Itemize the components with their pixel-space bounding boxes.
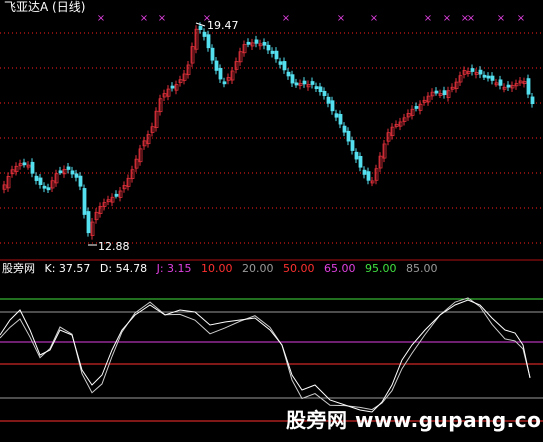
j-value: J: 3.15 (156, 262, 192, 275)
candle-down (326, 96, 331, 104)
candle-down (286, 71, 291, 77)
candlestick-series (2, 22, 535, 240)
candle-down (114, 193, 119, 197)
stock-chart-window: × × × × × × × × × × × × × 飞亚达A (日线) 19.47 12.88 股旁网 … (0, 0, 543, 442)
candle-down (414, 106, 419, 109)
signal-marker: × (517, 13, 525, 24)
k-line (0, 299, 531, 413)
signal-marker: × (467, 13, 475, 24)
candle-down (366, 171, 371, 181)
candle-down (318, 86, 323, 93)
candle-down (350, 140, 355, 151)
candle-down (482, 74, 487, 78)
low-price-label: 12.88 (98, 240, 130, 253)
candle-down (338, 113, 343, 125)
candle-down (490, 75, 495, 81)
signal-marker: × (497, 13, 505, 24)
site-watermark: 股旁网 www.gupang.com (286, 408, 543, 432)
candle-down (302, 80, 307, 85)
level-95-label: 95.00 (365, 262, 397, 275)
price-gridlines (0, 32, 543, 244)
candle-down (526, 78, 531, 95)
candle-down (246, 41, 251, 45)
candle-down (78, 175, 83, 187)
candle-down (442, 90, 447, 96)
candle-down (198, 25, 203, 30)
d-line (0, 297, 531, 411)
candle-down (202, 31, 207, 37)
k-value: K: 37.57 (44, 262, 91, 275)
d-value: D: 54.78 (99, 262, 148, 275)
candle-down (74, 173, 79, 178)
high-price-label: 19.47 (207, 19, 239, 32)
candle-down (294, 82, 299, 86)
candle-down (470, 68, 475, 72)
candle-down (82, 188, 87, 215)
candle-down (206, 34, 211, 49)
candle-down (218, 67, 223, 80)
indicator-legend: 股旁网 K: 37.57 D: 54.78 J: 3.15 10.00 20.0… (2, 262, 444, 276)
candle-down (478, 69, 483, 75)
candle-down (34, 175, 39, 181)
candle-down (434, 90, 439, 94)
candle-down (270, 50, 275, 54)
candle-down (358, 155, 363, 168)
candle-down (278, 61, 283, 65)
candle-down (310, 81, 315, 85)
candle-down (42, 185, 47, 189)
candle-down (486, 75, 491, 79)
candle-down (38, 177, 43, 185)
signal-marker: × (370, 13, 378, 24)
signal-marker: × (424, 13, 432, 24)
candle-down (30, 161, 35, 174)
candle-down (314, 86, 319, 90)
candle-down (282, 61, 287, 71)
kdj-lines (0, 297, 531, 413)
candle-down (334, 113, 339, 118)
candle-down (342, 125, 347, 133)
chart-canvas[interactable]: × × × × × × × × × ×× × × (0, 0, 543, 442)
signal-marker: × (443, 13, 451, 24)
signal-marker: × (140, 13, 148, 24)
candle-down (506, 84, 511, 88)
chart-title: 飞亚达A (日线) (4, 0, 86, 14)
level-85-label: 85.00 (406, 262, 438, 275)
candle-down (330, 100, 335, 112)
candle-down (170, 85, 175, 89)
candle-down (262, 41, 267, 46)
signal-markers: × × × × × × × × × ×× × × (97, 13, 525, 24)
candle-down (46, 187, 51, 191)
signal-marker: × (337, 13, 345, 24)
candle-down (86, 211, 91, 234)
candle-down (274, 50, 279, 60)
candle-down (530, 96, 535, 105)
candle-down (322, 90, 327, 97)
candle-down (362, 169, 367, 175)
candle-down (70, 170, 75, 175)
indicator-level-lines (0, 298, 543, 422)
signal-marker: × (282, 13, 290, 24)
candle-down (290, 74, 295, 84)
candle-down (214, 60, 219, 71)
candle-down (254, 39, 259, 44)
level-10-label: 10.00 (201, 262, 233, 275)
indicator-name[interactable]: 股旁网 (2, 262, 35, 275)
candle-down (22, 162, 27, 166)
candle-down (354, 151, 359, 160)
signal-marker: × (97, 13, 105, 24)
candle-down (222, 81, 227, 85)
candle-down (66, 166, 71, 170)
candle-down (58, 170, 63, 174)
level-65-label: 65.00 (324, 262, 356, 275)
candle-down (210, 47, 215, 61)
candle-down (266, 44, 271, 51)
level-50-label: 50.00 (283, 262, 315, 275)
candle-down (346, 130, 351, 142)
candle-down (498, 79, 503, 86)
level-20-label: 20.00 (242, 262, 274, 275)
price-annotations (88, 22, 206, 246)
signal-marker: × (158, 13, 166, 24)
